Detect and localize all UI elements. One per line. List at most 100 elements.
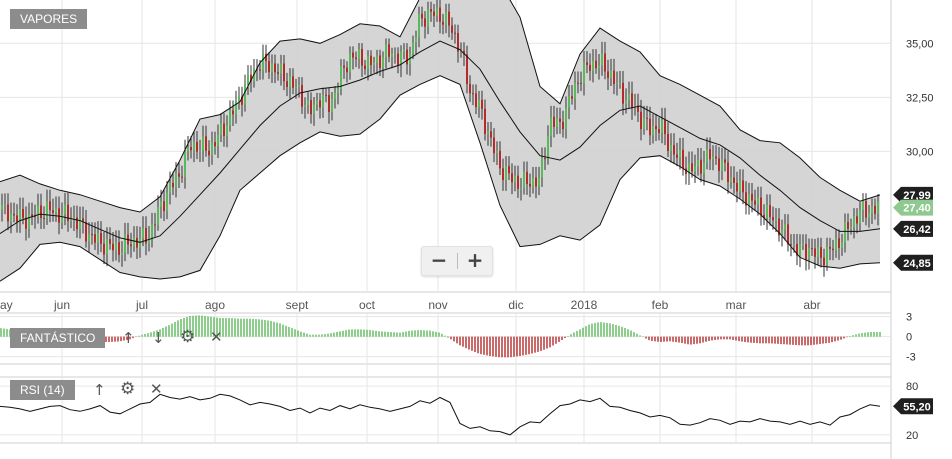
candle-body: [499, 150, 501, 169]
candle-body: [487, 131, 489, 134]
x-tick-label: ago: [205, 298, 225, 312]
candle-body: [28, 214, 30, 229]
candle-body: [118, 242, 120, 255]
candle-body: [553, 116, 555, 127]
gear-icon[interactable]: ⚙: [180, 329, 195, 346]
candle-body: [748, 193, 750, 206]
candle-body: [799, 244, 801, 256]
candle-body: [364, 65, 366, 70]
candle-body: [226, 125, 228, 137]
candle-body: [658, 129, 660, 133]
candle-body: [721, 159, 723, 172]
candle-body: [817, 247, 819, 257]
candle-body: [874, 206, 876, 214]
candle-body: [124, 234, 126, 253]
candle-body: [859, 210, 861, 224]
candle-body: [178, 173, 180, 177]
arrow-up-icon[interactable]: ↑: [122, 330, 135, 346]
x-tick-label: nov: [428, 298, 447, 312]
candle-body: [214, 142, 216, 147]
candle-body: [424, 18, 426, 27]
candle-body: [871, 206, 873, 213]
candle-body: [853, 216, 855, 227]
rsi-panel-title[interactable]: RSI (14): [10, 380, 75, 400]
y-tick-label: -3: [906, 352, 916, 364]
candle-body: [430, 9, 432, 12]
candle-body: [577, 82, 579, 84]
candle-body: [622, 82, 624, 104]
candle-body: [520, 188, 522, 190]
candle-body: [103, 243, 105, 255]
candle-body: [823, 257, 825, 266]
candle-body: [601, 53, 603, 66]
candle-body: [358, 48, 360, 59]
candle-body: [205, 136, 207, 151]
candle-body: [142, 227, 144, 239]
candle-body: [61, 214, 63, 223]
candle-body: [730, 177, 732, 182]
candle-body: [295, 87, 297, 89]
candle-body: [235, 100, 237, 115]
candle-body: [517, 175, 519, 189]
candle-body: [838, 238, 840, 248]
candle-body: [472, 93, 474, 95]
candle-body: [703, 162, 705, 174]
candle-body: [643, 117, 645, 130]
y-tick-label: 20: [906, 430, 918, 442]
candle-body: [544, 158, 546, 160]
y-tick-label: 35,00: [906, 38, 934, 50]
candle-body: [442, 21, 444, 25]
indicator-panel-title[interactable]: FANTÁSTICO: [10, 328, 106, 348]
close-icon[interactable]: ✕: [210, 329, 223, 345]
zoom-in-button[interactable]: +: [458, 247, 492, 275]
candle-body: [652, 125, 654, 136]
candle-body: [718, 158, 720, 172]
candle-body: [769, 204, 771, 218]
candle-body: [346, 67, 348, 73]
candle-body: [490, 131, 492, 138]
candle-body: [451, 25, 453, 33]
candle-body: [739, 180, 741, 192]
candle-body: [427, 9, 429, 27]
candle-body: [757, 197, 759, 205]
candle-body: [736, 182, 738, 192]
stock-chart[interactable]: ay jun jul ago sept oct nov dic 2018 feb mar abr 35,…: [0, 0, 952, 459]
candle-body: [448, 11, 450, 26]
candle-body: [274, 63, 276, 73]
candle-body: [172, 182, 174, 188]
zoom-out-button[interactable]: −: [422, 247, 456, 275]
candle-body: [847, 221, 849, 230]
candle-body: [478, 99, 480, 108]
candle-body: [556, 118, 558, 127]
candle-body: [55, 208, 57, 213]
candle-body: [283, 63, 285, 82]
candle-body: [724, 159, 726, 163]
candle-body: [187, 147, 189, 151]
candle-body: [292, 76, 294, 88]
candle-body: [793, 243, 795, 245]
gear-icon[interactable]: ⚙: [120, 381, 135, 398]
candle-body: [568, 96, 570, 108]
candle-body: [58, 208, 60, 223]
candle-body: [379, 55, 381, 69]
candle-body: [196, 141, 198, 152]
x-tick-label: feb: [652, 298, 669, 312]
candle-body: [154, 224, 156, 226]
candle-body: [475, 93, 477, 108]
candle-body: [766, 204, 768, 219]
main-panel-title[interactable]: VAPORES: [10, 9, 88, 29]
candle-body: [388, 44, 390, 57]
candle-body: [220, 123, 222, 135]
candle-body: [352, 52, 354, 58]
candle-body: [562, 121, 564, 130]
candle-body: [301, 85, 303, 107]
candle-body: [805, 243, 807, 260]
candle-body: [454, 32, 456, 34]
band-fill: [0, 0, 880, 282]
arrow-up-icon[interactable]: ↑: [93, 382, 106, 398]
zoom-controls: − +: [421, 246, 493, 276]
candle-body: [7, 204, 9, 222]
arrow-down-icon[interactable]: ↓: [152, 330, 165, 346]
candle-body: [502, 168, 504, 181]
close-icon[interactable]: ✕: [150, 381, 163, 397]
